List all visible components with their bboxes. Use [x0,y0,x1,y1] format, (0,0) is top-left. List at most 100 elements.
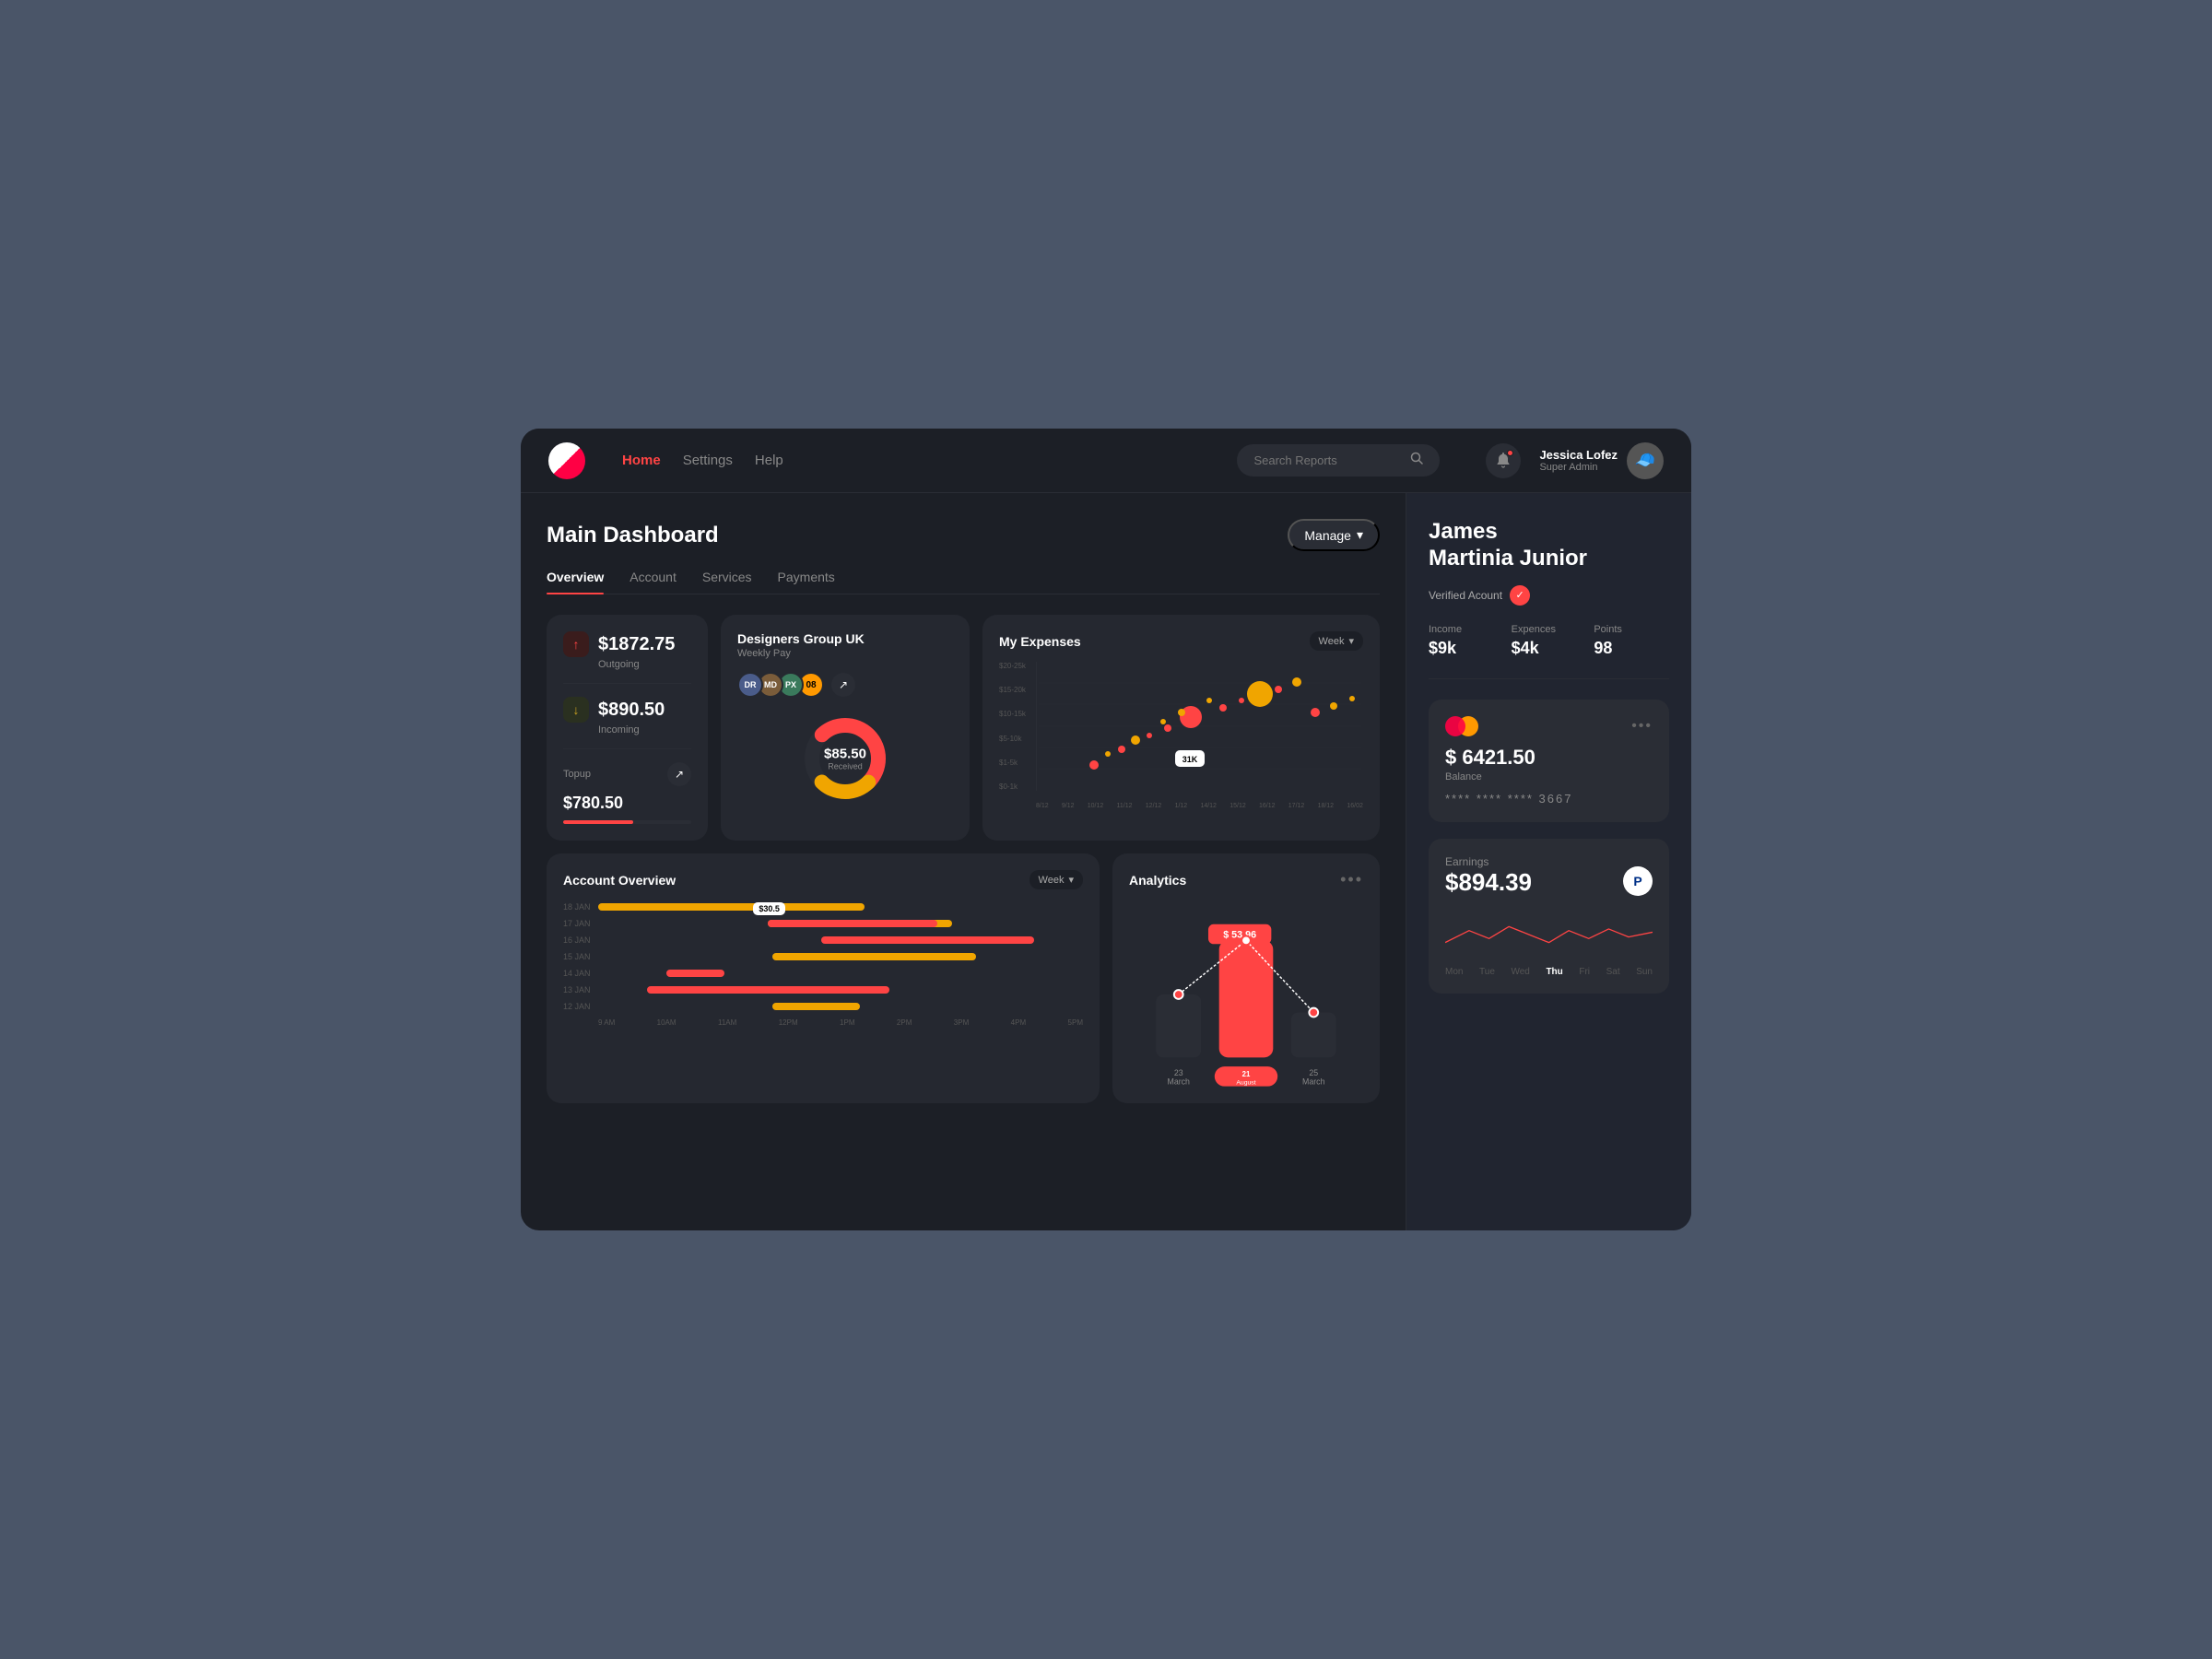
ao-week-selector[interactable]: Week ▾ [1030,870,1083,889]
topup-button[interactable]: ↗ [667,762,691,786]
verified-text: Verified Acount [1429,589,1502,602]
right-panel: JamesMartinia Junior Verified Acount ✓ I… [1406,493,1691,1230]
expenses-header: My Expenses Week ▾ [999,631,1363,651]
gantt-row-18jan: 18 JAN [563,902,1083,912]
donut-sub: Received [824,762,866,771]
progress-bar [563,820,691,824]
incoming-icon: ↓ [563,697,589,723]
chevron-icon2: ▾ [1068,874,1074,886]
nav-home[interactable]: Home [622,453,661,468]
wallet-card: ↑ $1872.75 Outgoing ↓ $890.50 Incoming [547,615,708,841]
outgoing-amount: $1872.75 [598,634,675,655]
expand-button[interactable]: ↗ [831,673,855,697]
avatar: 🧢 [1627,442,1664,479]
designers-subtitle: Weekly Pay [737,648,953,659]
day-sat: Sat [1606,967,1620,977]
search-icon [1410,452,1423,469]
chevron-icon: ▾ [1348,635,1354,647]
designers-avatars: DR MD PX 08 ↗ [737,672,953,698]
logo-icon[interactable] [548,442,585,479]
svg-text:March: March [1302,1077,1325,1087]
tabs: Overview Account Services Payments [547,570,1380,594]
gantt-row-17jan: 17 JAN $30.5 [563,919,1083,928]
account-overview-card: Account Overview Week ▾ 18 JAN [547,853,1100,1103]
svg-text:August: August [1236,1080,1255,1087]
gantt-row-13jan: 13 JAN [563,985,1083,994]
divider2 [563,748,691,749]
paypal-icon: P [1623,866,1653,896]
balance-label: Balance [1445,771,1653,782]
tab-services[interactable]: Services [702,570,752,594]
ao-title: Account Overview [563,873,676,888]
outgoing-item: ↑ $1872.75 Outgoing [563,631,691,670]
bar [772,953,976,960]
donut-amount: $85.50 [824,747,866,762]
x-axis-labels: 8/12 9/12 10/12 11/12 12/12 1/12 14/12 1… [1036,803,1363,809]
points-stat: Points 98 [1594,624,1669,658]
scatter-svg: 31K [1036,662,1363,791]
earnings-chart [1445,912,1653,958]
gantt-x-axis: 9 AM 10AM 11AM 12PM 1PM 2PM 3PM 4PM 5PM [598,1018,1083,1027]
top-nav: Home Settings Help [521,429,1691,493]
day-tue: Tue [1479,967,1495,977]
gantt-chart: 18 JAN 17 JAN $30.5 [563,902,1083,1027]
avatar-dr: DR [737,672,763,698]
topup-amount: $780.50 [563,794,691,813]
cards-row: ↑ $1872.75 Outgoing ↓ $890.50 Incoming [547,615,1380,841]
gantt-row-16jan: 16 JAN [563,935,1083,945]
bar [647,986,889,994]
bar [821,936,1034,944]
chevron-down-icon: ▾ [1357,527,1363,543]
profile-name: JamesMartinia Junior [1429,519,1669,572]
gantt-row-15jan: 15 JAN [563,952,1083,961]
incoming-label: Incoming [598,724,691,735]
app-container: Home Settings Help [521,429,1691,1230]
nav-settings[interactable]: Settings [683,453,733,468]
more-options-button[interactable]: ••• [1340,870,1363,889]
nav-help[interactable]: Help [755,453,783,468]
search-bar[interactable] [1237,444,1440,477]
earnings-days: Mon Tue Wed Thu Fri Sat Sun [1445,967,1653,977]
svg-text:21: 21 [1242,1070,1251,1078]
analytics-header: Analytics ••• [1129,870,1363,889]
search-input[interactable] [1253,453,1401,467]
progress-fill [563,820,633,824]
earnings-amount: $894.39 [1445,868,1532,897]
outgoing-icon: ↑ [563,631,589,657]
earnings-top: Earnings $894.39 P [1445,855,1653,908]
analytics-card: Analytics ••• [1112,853,1380,1103]
left-panel: Main Dashboard Manage ▾ Overview Account… [521,493,1406,1230]
balance-more-button[interactable]: ••• [1631,718,1653,735]
analytics-svg: $ 53.96 23 March 21 [1129,902,1363,1087]
dashboard-header: Main Dashboard Manage ▾ [547,519,1380,551]
svg-text:31K: 31K [1182,755,1198,764]
expenses-card: My Expenses Week ▾ $20-25k $15-20k $10-1… [982,615,1380,841]
notification-bell[interactable] [1486,443,1521,478]
bottom-row: Account Overview Week ▾ 18 JAN [547,853,1380,1103]
tab-payments[interactable]: Payments [778,570,835,594]
manage-button[interactable]: Manage ▾ [1288,519,1380,551]
nav-right: Jessica Lofez Super Admin 🧢 [1486,442,1664,479]
scatter-chart: $20-25k $15-20k $10-15k $5-10k $1-5k $0-… [999,662,1363,809]
tab-account[interactable]: Account [629,570,677,594]
balance-amount: $ 6421.50 [1445,746,1653,770]
gantt-tooltip: $30.5 [753,902,785,915]
svg-text:March: March [1168,1077,1191,1087]
balance-section: ••• $ 6421.50 Balance **** **** **** 366… [1429,700,1669,822]
designers-title: Designers Group UK [737,631,953,646]
main-body: Main Dashboard Manage ▾ Overview Account… [521,493,1691,1230]
bar [598,903,865,911]
ao-header: Account Overview Week ▾ [563,870,1083,889]
week-selector[interactable]: Week ▾ [1310,631,1363,651]
balance-top: ••• [1445,716,1653,736]
user-name: Jessica Lofez [1539,448,1618,462]
topup-label: Topup [563,769,591,780]
user-info[interactable]: Jessica Lofez Super Admin 🧢 [1539,442,1664,479]
gantt-row-12jan: 12 JAN [563,1002,1083,1011]
verified-row: Verified Acount ✓ [1429,585,1669,606]
svg-text:25: 25 [1309,1068,1318,1077]
day-sun: Sun [1636,967,1653,977]
earnings-label: Earnings [1445,855,1532,868]
expenses-value: $4k [1512,639,1587,658]
tab-overview[interactable]: Overview [547,570,604,594]
